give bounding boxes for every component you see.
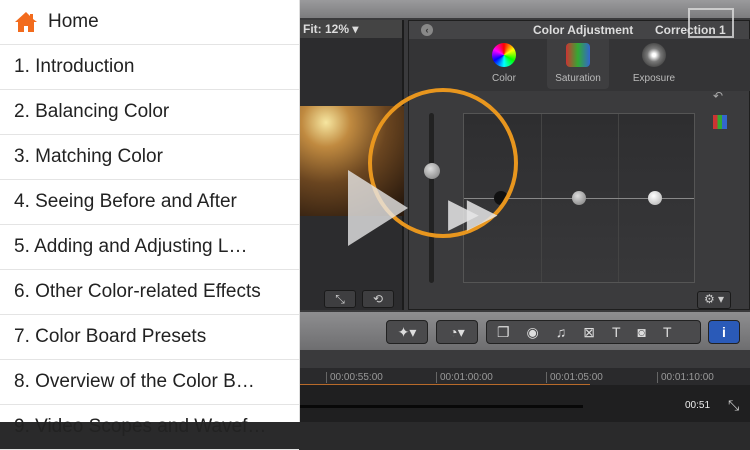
menu-item[interactable]: 8. Overview of the Color B… (0, 360, 299, 405)
fast-forward-icon[interactable]: ▶▶ (448, 190, 497, 236)
menu-item[interactable]: 5. Adding and Adjusting L… (0, 225, 299, 270)
saturation-icon (566, 43, 590, 67)
midtones-puck[interactable] (572, 191, 586, 205)
exposure-icon (642, 43, 666, 67)
back-icon[interactable]: ‹ (421, 24, 433, 36)
play-icon[interactable] (348, 170, 408, 246)
media-browser-buttons[interactable]: ❐◉♫⊠T◙T (486, 320, 701, 344)
fullscreen-icon[interactable]: ⤡ (324, 290, 356, 308)
fit-label: Fit: (303, 22, 322, 36)
menu-item[interactable]: 3. Matching Color (0, 135, 299, 180)
panel-title: Color Adjustment (533, 23, 634, 37)
zoom-level[interactable]: 12% (325, 22, 349, 36)
loop-icon[interactable]: ⟲ (362, 290, 394, 308)
toolbar: ✦▾ ◔▾ ❐◉♫⊠T◙T i (300, 312, 750, 350)
video-player[interactable]: Fit: 12% ▾ ⤡ ⟲ ‹ Color Adjustment Correc… (300, 0, 750, 422)
retime-icon[interactable]: ◔▾ (436, 320, 478, 344)
video-top-bar (300, 0, 750, 18)
tab-exposure[interactable]: Exposure (623, 39, 685, 89)
tab-color[interactable]: Color (473, 39, 535, 89)
info-icon[interactable]: i (708, 320, 740, 344)
menu-item[interactable]: 1. Introduction (0, 45, 299, 90)
color-wheel-icon (492, 43, 516, 67)
elapsed-time: 00:51 (685, 400, 711, 411)
reset-icon[interactable]: ↶ (713, 89, 723, 103)
menu-item[interactable]: 7. Color Board Presets (0, 315, 299, 360)
tab-saturation[interactable]: Saturation (547, 39, 609, 89)
expand-icon[interactable]: ⤡ (728, 397, 739, 414)
rgb-icon[interactable] (713, 115, 727, 129)
chapter-menu: Home 1. Introduction 2. Balancing Color … (0, 0, 300, 450)
highlights-puck[interactable] (648, 191, 662, 205)
menu-item[interactable]: 6. Other Color-related Effects (0, 270, 299, 315)
viewer-header: Fit: 12% ▾ (300, 20, 402, 38)
airplay-icon[interactable] (688, 8, 734, 38)
menu-item-home[interactable]: Home (0, 0, 299, 45)
menu-item[interactable]: 2. Balancing Color (0, 90, 299, 135)
magic-wand-icon[interactable]: ✦▾ (386, 320, 428, 344)
progress-bar[interactable] (300, 405, 583, 408)
menu-item[interactable]: 4. Seeing Before and After (0, 180, 299, 225)
playback-controls: 00:51 ⤡ (300, 385, 750, 422)
gear-icon[interactable]: ⚙ ▾ (697, 291, 731, 309)
menu-item[interactable]: 9. Video Scopes and Wavef… (0, 405, 299, 450)
home-icon (15, 12, 37, 32)
